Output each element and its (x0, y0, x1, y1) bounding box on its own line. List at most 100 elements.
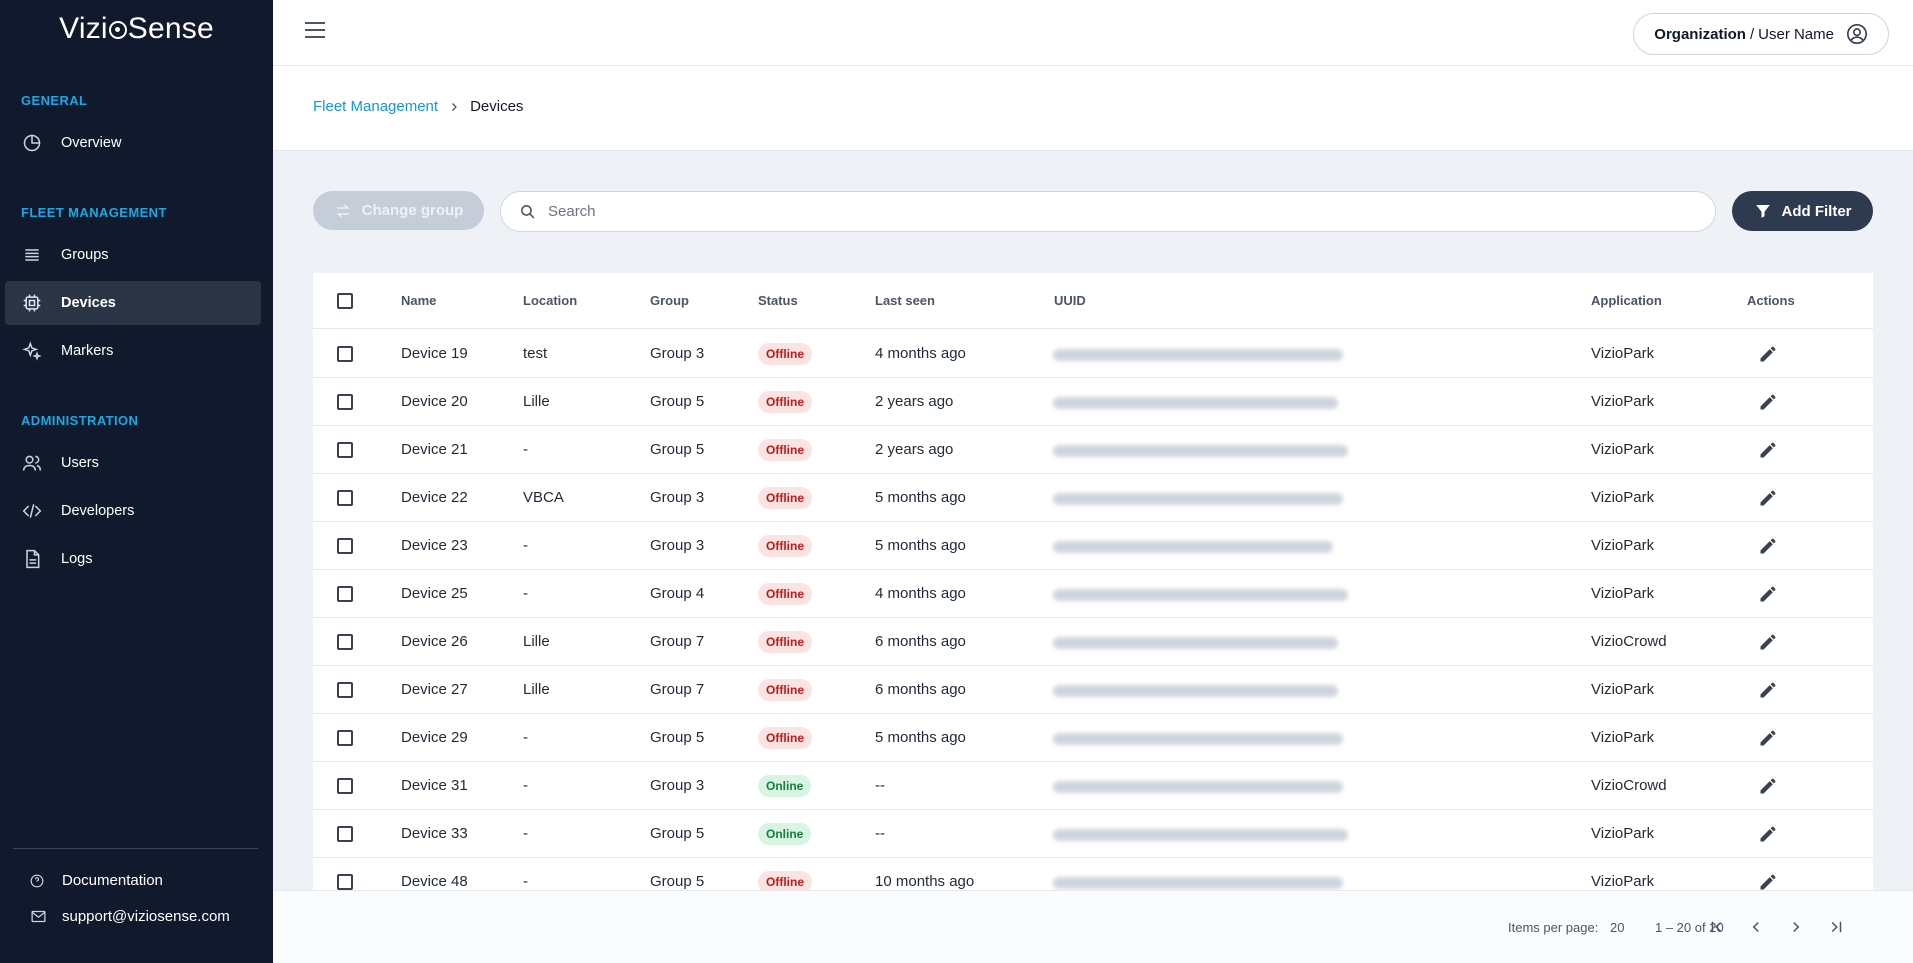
device-last-seen: 4 months ago (875, 345, 966, 362)
table-row[interactable]: Device 29 - Group 5 Offline 5 months ago Vizi… (313, 714, 1873, 762)
user-menu-button[interactable]: Organization / User Name (1633, 13, 1889, 55)
search-input[interactable] (548, 203, 1648, 220)
column-header-name[interactable]: Name (401, 293, 436, 308)
row-checkbox[interactable] (337, 634, 353, 650)
row-checkbox[interactable] (337, 682, 353, 698)
support-email-link[interactable]: support@viziosense.com (30, 908, 230, 925)
device-last-seen: 6 months ago (875, 681, 966, 698)
device-location: - (523, 873, 528, 890)
device-name[interactable]: Device 25 (401, 585, 468, 602)
status-badge: Offline (758, 871, 812, 890)
device-name[interactable]: Device 20 (401, 393, 468, 410)
device-location: - (523, 729, 528, 746)
table-row[interactable]: Device 33 - Group 5 Online -- VizioPark (313, 810, 1873, 858)
device-name[interactable]: Device 21 (401, 441, 468, 458)
edit-pencil-icon[interactable] (1756, 582, 1780, 606)
device-group: Group 5 (650, 873, 705, 890)
edit-pencil-icon[interactable] (1756, 486, 1780, 510)
device-name[interactable]: Device 23 (401, 537, 468, 554)
status-badge: Offline (758, 631, 812, 653)
table-row[interactable]: Device 20 Lille Group 5 Offline 2 years ago V… (313, 378, 1873, 426)
table-row[interactable]: Device 26 Lille Group 7 Offline 6 months ago… (313, 618, 1873, 666)
device-name[interactable]: Device 26 (401, 633, 468, 650)
add-filter-label: Add Filter (1781, 202, 1852, 220)
column-header-status[interactable]: Status (758, 293, 798, 308)
breadcrumb: Fleet Management Devices (313, 98, 523, 115)
device-group: Group 3 (650, 345, 705, 362)
device-name[interactable]: Device 29 (401, 729, 468, 746)
items-per-page-select[interactable]: 20 (1610, 920, 1624, 935)
device-name[interactable]: Device 27 (401, 681, 468, 698)
row-checkbox[interactable] (337, 490, 353, 506)
table-row[interactable]: Device 22 VBCA Group 3 Offline 5 months ago V… (313, 474, 1873, 522)
first-page-icon[interactable] (1703, 913, 1731, 941)
edit-pencil-icon[interactable] (1756, 726, 1780, 750)
device-group: Group 3 (650, 489, 705, 506)
last-page-icon[interactable] (1822, 913, 1850, 941)
breadcrumb-fleet-management[interactable]: Fleet Management (313, 98, 438, 115)
row-checkbox[interactable] (337, 442, 353, 458)
row-checkbox[interactable] (337, 346, 353, 362)
column-header-application[interactable]: Application (1591, 293, 1662, 308)
add-filter-button[interactable]: Add Filter (1732, 191, 1873, 231)
edit-pencil-icon[interactable] (1756, 678, 1780, 702)
device-uuid-redacted (1053, 877, 1343, 889)
user-name-sep: / (1749, 25, 1755, 43)
sidebar-item-markers[interactable]: Markers (5, 329, 261, 373)
app-logo[interactable]: Vizi Sense (0, 12, 273, 46)
edit-pencil-icon[interactable] (1756, 534, 1780, 558)
sidebar-item-users[interactable]: Users (5, 441, 261, 485)
device-application: VizioPark (1591, 729, 1655, 746)
next-page-icon[interactable] (1782, 913, 1810, 941)
column-header-group[interactable]: Group (650, 293, 689, 308)
hamburger-menu-icon[interactable] (305, 22, 325, 40)
help-icon (30, 874, 50, 888)
table-row[interactable]: Device 27 Lille Group 7 Offline 6 months ago… (313, 666, 1873, 714)
row-checkbox[interactable] (337, 778, 353, 794)
edit-pencil-icon[interactable] (1756, 870, 1780, 890)
row-checkbox[interactable] (337, 730, 353, 746)
sidebar-item-developers[interactable]: Developers (5, 489, 261, 533)
table-row[interactable]: Device 31 - Group 3 Online -- VizioCrowd (313, 762, 1873, 810)
edit-pencil-icon[interactable] (1756, 822, 1780, 846)
device-name[interactable]: Device 33 (401, 825, 468, 842)
device-name[interactable]: Device 48 (401, 873, 468, 890)
device-name[interactable]: Device 31 (401, 777, 468, 794)
sidebar-item-groups[interactable]: Groups (5, 233, 261, 277)
row-checkbox[interactable] (337, 874, 353, 890)
edit-pencil-icon[interactable] (1756, 630, 1780, 654)
sidebar-item-overview[interactable]: Overview (5, 121, 261, 165)
device-last-seen: 2 years ago (875, 441, 954, 458)
column-header-location[interactable]: Location (523, 293, 577, 308)
edit-pencil-icon[interactable] (1756, 774, 1780, 798)
status-badge: Offline (758, 679, 812, 701)
row-checkbox[interactable] (337, 586, 353, 602)
table-row[interactable]: Device 48 - Group 5 Offline 10 months ago Viz… (313, 858, 1873, 890)
column-header-last-seen[interactable]: Last seen (875, 293, 935, 308)
documentation-link[interactable]: Documentation (30, 872, 163, 889)
table-row[interactable]: Device 23 - Group 3 Offline 5 months ago Vizi… (313, 522, 1873, 570)
change-group-button[interactable]: Change group (313, 191, 484, 230)
row-checkbox[interactable] (337, 538, 353, 554)
sidebar-item-logs[interactable]: Logs (5, 537, 261, 581)
device-uuid-redacted (1053, 637, 1338, 649)
status-badge: Online (758, 775, 812, 797)
device-group: Group 5 (650, 441, 705, 458)
select-all-checkbox[interactable] (337, 293, 353, 309)
column-header-uuid[interactable]: UUID (1054, 293, 1086, 308)
device-name[interactable]: Device 19 (401, 345, 468, 362)
sidebar-item-label: Overview (61, 135, 122, 151)
table-row[interactable]: Device 25 - Group 4 Offline 4 months ago Vizi… (313, 570, 1873, 618)
row-checkbox[interactable] (337, 826, 353, 842)
search-box[interactable] (500, 191, 1716, 232)
edit-pencil-icon[interactable] (1756, 390, 1780, 414)
table-row[interactable]: Device 19 test Group 3 Offline 4 months ago V… (313, 330, 1873, 378)
edit-pencil-icon[interactable] (1756, 438, 1780, 462)
device-name[interactable]: Device 22 (401, 489, 468, 506)
row-checkbox[interactable] (337, 394, 353, 410)
edit-pencil-icon[interactable] (1756, 342, 1780, 366)
previous-page-icon[interactable] (1742, 913, 1770, 941)
table-row[interactable]: Device 21 - Group 5 Offline 2 years ago Vizio… (313, 426, 1873, 474)
column-header-actions: Actions (1747, 293, 1795, 308)
sidebar-item-devices[interactable]: Devices (5, 281, 261, 325)
